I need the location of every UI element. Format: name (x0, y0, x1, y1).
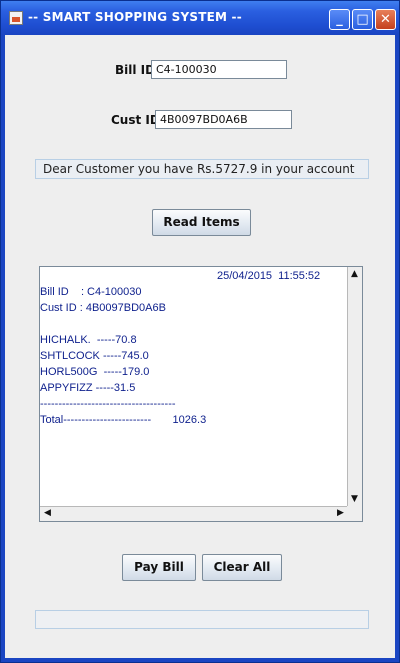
receipt-separator: ------------------------------------- (40, 398, 176, 410)
scroll-up-arrow-icon[interactable]: ▲ (348, 268, 361, 281)
cust-id-label: Cust ID (111, 113, 160, 127)
title-bar[interactable]: -- SMART SHOPPING SYSTEM -- _ □ ✕ (1, 1, 399, 35)
progress-bar (35, 610, 369, 629)
scrollbar-corner (347, 506, 362, 521)
scroll-left-arrow-icon[interactable]: ◀ (41, 507, 54, 520)
receipt-item: HICHALK. -----70.8 (40, 334, 137, 346)
pay-bill-button[interactable]: Pay Bill (122, 554, 196, 581)
clear-all-button[interactable]: Clear All (202, 554, 282, 581)
receipt-item: HORL500G -----179.0 (40, 366, 150, 378)
bill-id-label: Bill ID (115, 63, 156, 77)
receipt-total: Total------------------------ 1026.3 (40, 414, 207, 426)
account-balance-message: Dear Customer you have Rs.5727.9 in your… (35, 159, 369, 179)
window-title: -- SMART SHOPPING SYSTEM -- (28, 10, 242, 24)
scroll-down-arrow-icon[interactable]: ▼ (348, 493, 361, 506)
vertical-scrollbar[interactable]: ▲ ▼ (347, 267, 362, 507)
app-window: -- SMART SHOPPING SYSTEM -- _ □ ✕ Bill I… (0, 0, 400, 663)
read-items-button[interactable]: Read Items (152, 209, 251, 236)
maximize-button[interactable]: □ (352, 9, 373, 30)
receipt-text-area[interactable]: 25/04/2015 11:55:52 Bill ID : C4-100030 … (39, 266, 363, 522)
receipt-timestamp: 25/04/2015 11:55:52 (217, 270, 321, 282)
minimize-button[interactable]: _ (329, 9, 350, 30)
window-frame-left (1, 35, 5, 662)
receipt-item: SHTLCOCK -----745.0 (40, 350, 149, 362)
receipt-bill-line: Bill ID : C4-100030 (40, 286, 142, 298)
receipt-content[interactable]: 25/04/2015 11:55:52 Bill ID : C4-100030 … (40, 267, 348, 507)
close-button[interactable]: ✕ (375, 9, 396, 30)
receipt-item: APPYFIZZ -----31.5 (40, 382, 136, 394)
bill-id-field[interactable] (151, 60, 287, 79)
java-app-icon (9, 11, 23, 25)
receipt-cust-line: Cust ID : 4B0097BD0A6B (40, 302, 166, 314)
window-frame-right (395, 35, 399, 662)
scroll-right-arrow-icon[interactable]: ▶ (334, 507, 347, 520)
cust-id-field[interactable] (155, 110, 292, 129)
horizontal-scrollbar[interactable]: ◀ ▶ (40, 506, 348, 521)
window-frame-bottom (1, 658, 399, 662)
